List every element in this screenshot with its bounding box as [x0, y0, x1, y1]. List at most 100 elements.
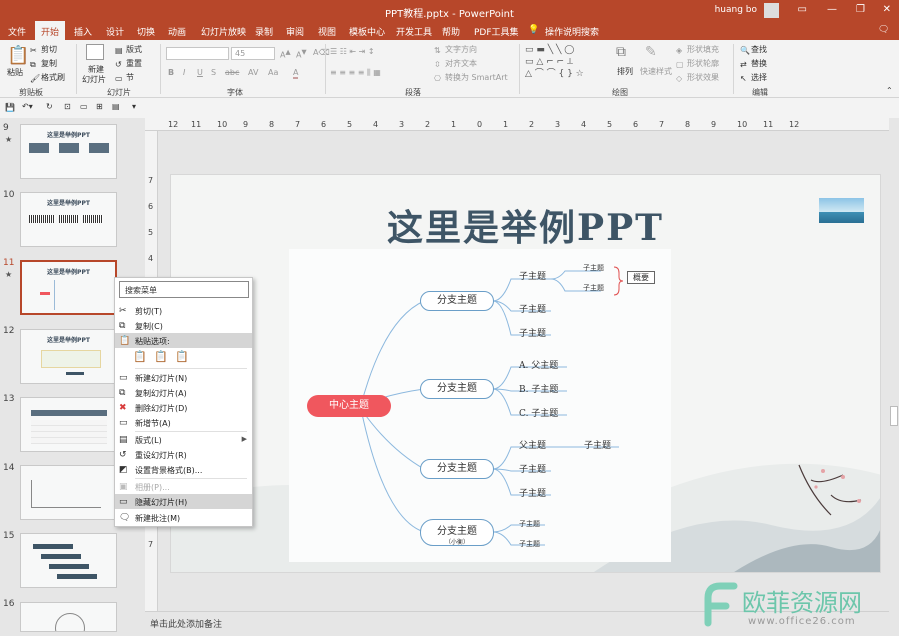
- subtopic[interactable]: 子主题: [519, 519, 540, 529]
- slide-thumbnail[interactable]: [20, 602, 117, 632]
- menu-item-new-slide[interactable]: ▭ 新建幻灯片(N): [115, 370, 252, 385]
- tab-review[interactable]: 审阅: [286, 25, 304, 38]
- strikethrough-icon[interactable]: abc: [225, 68, 239, 77]
- branch-topic[interactable]: 分支主题 （小衡）: [420, 519, 494, 546]
- shadow-icon[interactable]: S: [211, 68, 216, 77]
- shape-effects-button[interactable]: ◇ 形状效果: [676, 72, 719, 83]
- menu-item-duplicate-slide[interactable]: ⧉ 复制幻灯片(A): [115, 385, 252, 400]
- bold-icon[interactable]: B: [168, 68, 174, 77]
- bullets-icon[interactable]: ☰ ☷ ⇤ ⇥ ↕: [330, 47, 375, 56]
- char-spacing-icon[interactable]: AV: [248, 68, 258, 77]
- tab-developer[interactable]: 开发工具: [396, 25, 432, 38]
- comments-icon[interactable]: 🗨: [878, 25, 889, 35]
- tab-record[interactable]: 录制: [255, 25, 273, 38]
- tab-view[interactable]: 视图: [318, 25, 336, 38]
- format-painter-button[interactable]: 🖌格式刷: [30, 72, 65, 83]
- notes-placeholder[interactable]: 单击此处添加备注: [150, 617, 222, 630]
- branch-topic[interactable]: 分支主题: [420, 459, 494, 479]
- avatar[interactable]: [764, 3, 779, 18]
- menu-item-add-section[interactable]: ▭ 新增节(A): [115, 415, 252, 430]
- slideshow-icon[interactable]: ⊡: [64, 102, 71, 111]
- menu-item-format-background[interactable]: ◩ 设置背景格式(B)...: [115, 462, 252, 477]
- qat-icon-2[interactable]: ⊞: [96, 102, 103, 111]
- clear-format-icon[interactable]: A⌫: [313, 48, 330, 57]
- smartart-button[interactable]: ⎔ 转换为 SmartArt: [434, 72, 508, 83]
- slide-thumbnail[interactable]: 这里是举例PPT: [20, 192, 117, 247]
- menu-item-reset-slide[interactable]: ↺ 重设幻灯片(R): [115, 447, 252, 462]
- qat-icon-1[interactable]: ▭: [80, 102, 88, 111]
- shrink-font-icon[interactable]: A▼: [296, 48, 307, 60]
- tab-design[interactable]: 设计: [106, 25, 124, 38]
- shape-fill-button[interactable]: ◈ 形状填充: [676, 44, 719, 55]
- slide-canvas[interactable]: 这里是举例PPT 中心主题 分支主题 子主题 子主题 子主题 概要 子主题 子主…: [170, 174, 881, 573]
- tab-file[interactable]: 文件: [8, 25, 26, 38]
- subtopic[interactable]: 子主题: [519, 539, 540, 549]
- shape-outline-button[interactable]: ▢ 形状轮廓: [676, 58, 719, 69]
- menu-item-cut[interactable]: ✂ 剪切(T): [115, 303, 252, 318]
- minimize-button[interactable]: —: [827, 4, 837, 15]
- change-case-icon[interactable]: Aa: [268, 68, 278, 77]
- subtopic[interactable]: A. 父主题: [519, 358, 558, 371]
- tab-help[interactable]: 帮助: [442, 25, 460, 38]
- slide-thumbnail[interactable]: [20, 397, 117, 452]
- subtopic[interactable]: B. 子主题: [519, 382, 558, 395]
- menu-item-delete-slide[interactable]: ✖ 删除幻灯片(D): [115, 400, 252, 415]
- subtopic[interactable]: 子主题: [583, 283, 604, 293]
- paste-keep-source-icon[interactable]: 📋: [133, 350, 147, 363]
- copy-button[interactable]: ⧉ 复制: [30, 58, 57, 69]
- subtopic[interactable]: 子主题: [519, 326, 546, 339]
- subtopic[interactable]: C. 子主题: [519, 406, 558, 419]
- alignment-icons[interactable]: ≡ ≡ ≡ ≡ ⫼ ▦: [330, 68, 381, 78]
- slide-thumbnail[interactable]: 这里是举例PPT: [20, 329, 117, 384]
- search-menu-input[interactable]: 搜索菜单: [119, 281, 249, 298]
- tab-home[interactable]: 开始: [35, 21, 66, 40]
- subtopic[interactable]: 子主题: [583, 263, 604, 273]
- tab-templates[interactable]: 模板中心: [349, 25, 385, 38]
- align-text-button[interactable]: ⇳ 对齐文本: [434, 58, 477, 69]
- paste-button[interactable]: 粘贴: [7, 67, 23, 78]
- text-direction-button[interactable]: ⇅ 文字方向: [434, 44, 477, 55]
- font-color-icon[interactable]: A: [293, 68, 299, 79]
- subtopic[interactable]: 子主题: [519, 462, 546, 475]
- paste-picture-icon[interactable]: 📋: [154, 350, 168, 363]
- slide-thumbnail[interactable]: 这里是举例PPT: [20, 124, 117, 179]
- slide-thumbnail-selected[interactable]: 这里是举例PPT: [20, 260, 117, 315]
- arrange-icon[interactable]: ⧉: [616, 44, 626, 60]
- replace-button[interactable]: ⇄ 替换: [740, 58, 767, 69]
- subtopic[interactable]: 子主题: [519, 269, 546, 282]
- reset-button[interactable]: ↺ 重置: [115, 58, 142, 69]
- subtopic[interactable]: 子主题: [519, 302, 546, 315]
- tab-insert[interactable]: 插入: [74, 25, 92, 38]
- paste-text-only-icon[interactable]: 📋: [175, 350, 189, 363]
- shapes-gallery[interactable]: ▭ ▬ ╲ ╲ ◯ ▭ △ ⌐ ⌐ ⟂ △ ⌒ ⌒ { } ☆: [525, 44, 607, 84]
- center-topic[interactable]: 中心主题: [307, 395, 391, 417]
- underline-icon[interactable]: U: [197, 68, 203, 77]
- tab-animations[interactable]: 动画: [168, 25, 186, 38]
- collapse-ribbon-icon[interactable]: ⌃: [886, 86, 893, 95]
- mindmap-container[interactable]: 中心主题 分支主题 子主题 子主题 子主题 概要 子主题 子主题 分支主题 A.…: [289, 249, 671, 562]
- menu-item-hide-slide[interactable]: ▭ 隐藏幻灯片(H): [115, 494, 252, 509]
- branch-topic[interactable]: 分支主题: [420, 291, 494, 311]
- menu-item-layout[interactable]: ▤ 版式(L) ▶: [115, 432, 252, 447]
- summary-topic[interactable]: 概要: [627, 271, 655, 284]
- tab-pdf[interactable]: PDF工具集: [474, 25, 519, 38]
- undo-icon[interactable]: ↶▾: [22, 102, 33, 111]
- branch-topic[interactable]: 分支主题: [420, 379, 494, 399]
- landscape-picture[interactable]: [819, 198, 864, 223]
- subtopic[interactable]: 子主题: [584, 438, 611, 451]
- subtopic[interactable]: 子主题: [519, 486, 546, 499]
- subtopic[interactable]: 父主题: [519, 438, 546, 451]
- slide-title[interactable]: 这里是举例PPT: [171, 199, 880, 251]
- quick-styles-icon[interactable]: ✎: [645, 44, 657, 60]
- tab-transitions[interactable]: 切换: [137, 25, 155, 38]
- paste-icon[interactable]: 📋: [7, 45, 29, 66]
- maximize-button[interactable]: ❐: [856, 4, 865, 15]
- new-slide-label-2[interactable]: 幻灯片: [82, 74, 106, 85]
- font-size-combo[interactable]: 45: [231, 47, 275, 60]
- font-name-combo[interactable]: [166, 47, 229, 60]
- section-button[interactable]: ▭ 节: [115, 72, 134, 83]
- close-button[interactable]: ✕: [883, 4, 891, 15]
- tell-me-search[interactable]: 操作说明搜索: [545, 25, 599, 38]
- italic-icon[interactable]: I: [183, 68, 185, 77]
- redo-icon[interactable]: ↻: [46, 102, 53, 111]
